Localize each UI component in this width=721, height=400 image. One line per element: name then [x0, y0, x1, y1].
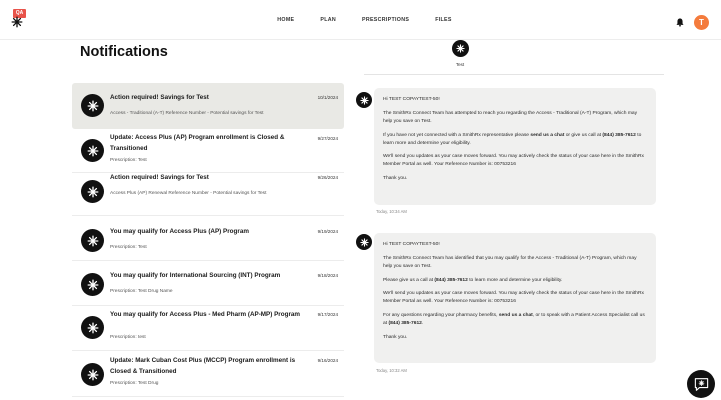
chat-bubble-icon — [694, 377, 708, 391]
notification-subtitle: Prescription: test — [110, 335, 146, 340]
nav-prescriptions[interactable]: PRESCRIPTIONS — [362, 17, 409, 23]
notification-title: Update: Access Plus (AP) Program enrollm… — [110, 134, 285, 152]
notification-date: 9/27/2024 — [317, 136, 338, 141]
message-greeting: Hi TEST COPAYTEST-50! — [383, 242, 440, 247]
message-paragraph: The SmithRx Connect Team has identified … — [383, 255, 637, 269]
phone-link[interactable]: (844) 385-7612 — [602, 133, 635, 138]
notification-subtitle: Prescription: Test — [110, 158, 147, 163]
chat-name: Test — [455, 62, 465, 67]
phone-link[interactable]: (844) 385-7612 — [388, 321, 421, 326]
smithrx-logo-icon — [81, 363, 104, 386]
smithrx-logo-icon — [81, 316, 104, 339]
notification-title: You may qualify for Access Plus (AP) Pro… — [110, 228, 249, 235]
smithrx-logo-icon — [356, 92, 372, 108]
nav-home[interactable]: HOME — [277, 17, 294, 23]
top-bar: QA HOME PLAN PRESCRIPTIONS FILES T — [0, 0, 721, 40]
message-paragraph: If you have not yet connected with a Smi… — [383, 132, 642, 146]
send-chat-link[interactable]: send us a chat — [499, 313, 533, 318]
message-bubble: Hi TEST COPAYTEST-50! The SmithRx Connec… — [374, 233, 656, 363]
notification-item[interactable]: Action required! Savings for Test Access… — [72, 173, 344, 216]
message-bubble: Hi TEST COPAYTEST-50! The SmithRx Connec… — [374, 88, 656, 205]
smithrx-logo-icon — [81, 273, 104, 296]
nav-files[interactable]: FILES — [435, 17, 452, 23]
message-signoff: Thank you. — [383, 176, 408, 182]
notification-date: 9/17/2024 — [317, 312, 338, 317]
notification-subtitle: Access Plus (AP) Renewal Reference Numbe… — [110, 191, 267, 196]
notification-list: Action required! Savings for Test Access… — [72, 83, 344, 397]
notification-title: You may qualify for Access Plus - Med Ph… — [110, 311, 300, 318]
notification-item[interactable]: You may qualify for Access Plus (AP) Pro… — [72, 216, 344, 261]
message-greeting: Hi TEST COPAYTEST-50! — [383, 97, 440, 102]
notification-title: Update: Mark Cuban Cost Plus (MCCP) Prog… — [110, 357, 296, 375]
send-chat-link[interactable]: send us a chat — [530, 133, 564, 138]
message-timestamp: Today, 10:32 AM — [376, 368, 407, 373]
notification-date: 9/18/2024 — [317, 273, 338, 278]
message-paragraph: The SmithRx Connect Team has attempted t… — [383, 110, 638, 124]
notification-item[interactable]: You may qualify for Access Plus - Med Ph… — [72, 306, 344, 351]
smithrx-logo-icon — [451, 40, 469, 57]
notification-item[interactable]: Update: Access Plus (AP) Program enrollm… — [72, 129, 344, 173]
smithrx-logo-icon — [356, 234, 372, 250]
message-paragraph: For any questions regarding your pharmac… — [383, 313, 645, 327]
notification-item[interactable]: Action required! Savings for Test Access… — [72, 83, 344, 129]
notification-date: 9/16/2024 — [317, 358, 338, 363]
notification-item[interactable]: Update: Mark Cuban Cost Plus (MCCP) Prog… — [72, 351, 344, 397]
message-signoff: Thank you. — [383, 334, 408, 340]
notification-item[interactable]: You may qualify for International Sourci… — [72, 261, 344, 306]
notification-title: Action required! Savings for Test — [110, 174, 209, 181]
message-paragraph: We'll send you updates as your case move… — [383, 154, 644, 168]
smithrx-logo-icon — [81, 229, 104, 252]
chat-header: Test — [440, 40, 480, 67]
notification-subtitle: Access - Traditional (A-T) Reference Num… — [110, 111, 264, 116]
smithrx-logo-icon — [81, 180, 104, 203]
chat-launcher-button[interactable] — [687, 370, 715, 398]
notification-subtitle: Prescription: Test — [110, 245, 147, 250]
nav-plan[interactable]: PLAN — [320, 17, 336, 23]
user-avatar[interactable]: T — [694, 15, 709, 30]
notification-date: 9/26/2024 — [317, 175, 338, 180]
main-nav: HOME PLAN PRESCRIPTIONS FILES — [0, 0, 721, 40]
notification-date: 10/1/2024 — [317, 95, 338, 100]
notification-subtitle: Prescription: Test Drug Name — [110, 289, 173, 294]
message-paragraph: Please give us a call at (844) 385-7612 … — [383, 277, 563, 283]
notification-date: 9/19/2024 — [317, 229, 338, 234]
notification-title: Action required! Savings for Test — [110, 94, 209, 101]
message-timestamp: Today, 10:34 AM — [376, 209, 407, 214]
bell-icon[interactable] — [676, 18, 684, 27]
notification-title: You may qualify for International Sourci… — [110, 272, 281, 279]
page-title: Notifications — [80, 44, 168, 60]
divider — [364, 74, 664, 75]
message-paragraph: We'll send you updates as your case move… — [383, 291, 644, 305]
phone-link[interactable]: (844) 385-7612 — [434, 278, 467, 283]
smithrx-logo-icon — [81, 139, 104, 162]
smithrx-logo-icon — [81, 94, 104, 117]
notification-subtitle: Prescription: Test Drug — [110, 381, 159, 386]
